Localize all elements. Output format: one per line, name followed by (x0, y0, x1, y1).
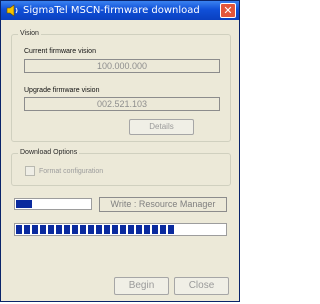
close-icon: ✕ (223, 4, 233, 17)
upgrade-firmware-label: Upgrade firmware vision (24, 87, 100, 94)
overall-progress-fill (16, 225, 175, 234)
close-button-label: Close (188, 280, 215, 291)
window-title: SigmaTel MSCN-firmware download (23, 5, 200, 16)
firmware-download-dialog: SigmaTel MSCN-firmware download ✕ Vision… (0, 0, 240, 302)
current-firmware-label: Current firmware vision (24, 48, 96, 55)
vision-group-label: Vision (18, 29, 41, 39)
details-button[interactable]: Details (129, 119, 194, 135)
details-button-label: Details (149, 122, 174, 131)
title-bar[interactable]: SigmaTel MSCN-firmware download ✕ (1, 1, 239, 20)
close-button[interactable]: Close (174, 277, 229, 295)
download-options-group: Download Options Format configuration (11, 148, 231, 186)
format-configuration-label: Format configuration (39, 168, 104, 175)
step-progress-fill (16, 200, 32, 208)
status-field: Write : Resource Manager (99, 197, 227, 212)
current-firmware-field: 100.000.000 (24, 59, 220, 73)
begin-button-label: Begin (128, 280, 155, 291)
overall-progress-bar (14, 223, 227, 236)
begin-button[interactable]: Begin (114, 277, 169, 295)
window-close-button[interactable]: ✕ (220, 3, 236, 18)
step-progress-bar (14, 198, 92, 210)
upgrade-firmware-value: 002.521.103 (96, 99, 148, 109)
upgrade-firmware-field: 002.521.103 (24, 97, 220, 111)
vision-group: Vision Current firmware vision 100.000.0… (11, 29, 231, 142)
status-text: Write : Resource Manager (110, 199, 216, 209)
format-configuration-checkbox[interactable] (25, 166, 35, 176)
download-options-label: Download Options (18, 148, 80, 158)
current-firmware-value: 100.000.000 (96, 61, 148, 71)
speaker-icon (6, 4, 18, 17)
